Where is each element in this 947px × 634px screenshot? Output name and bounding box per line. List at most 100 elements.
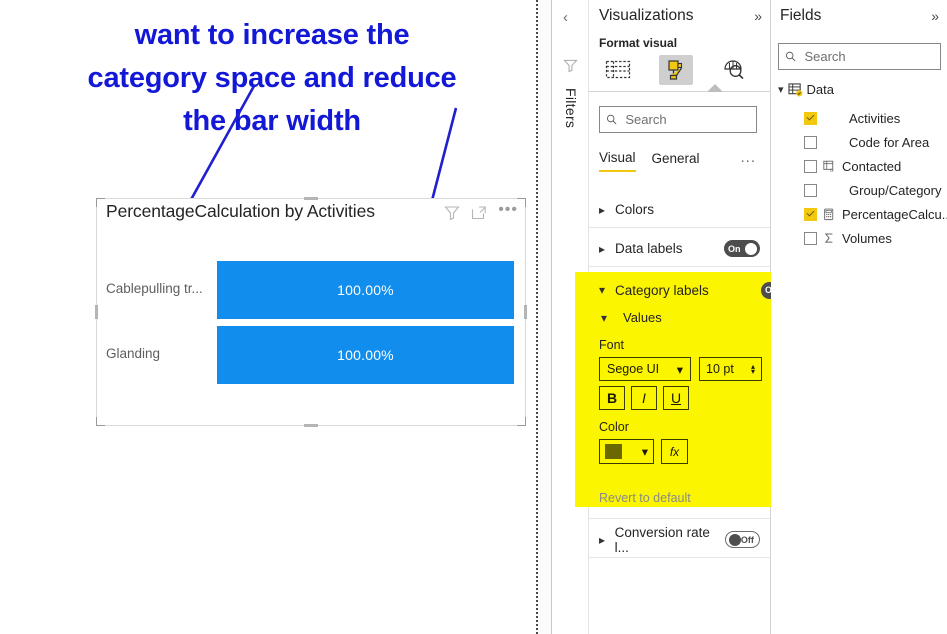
selection-handle-top-left[interactable] bbox=[96, 198, 105, 207]
tab-general[interactable]: General bbox=[652, 151, 700, 171]
chevron-double-right-icon[interactable]: » bbox=[931, 8, 939, 24]
toggle-knob bbox=[728, 533, 741, 546]
sigma-icon bbox=[824, 233, 833, 243]
chevron-down-icon: ▾ bbox=[641, 445, 648, 459]
field-checkbox[interactable] bbox=[804, 231, 817, 245]
selection-handle-left[interactable] bbox=[95, 305, 98, 319]
visualizations-header: Visualizations » bbox=[599, 7, 762, 25]
chevron-down-icon[interactable]: ▾ bbox=[778, 83, 784, 96]
format-tabs: Visual General ... bbox=[599, 149, 762, 172]
fields-title: Fields bbox=[780, 7, 822, 24]
build-visual-icon[interactable] bbox=[601, 55, 635, 85]
field-label: Contacted bbox=[842, 158, 902, 174]
selection-handle-right[interactable] bbox=[524, 305, 527, 319]
field-item-group-category[interactable]: Group/Category bbox=[804, 178, 943, 202]
search-icon bbox=[606, 114, 617, 125]
svg-text:fx: fx bbox=[830, 167, 834, 172]
filter-icon[interactable] bbox=[444, 205, 460, 221]
underline-button[interactable]: U bbox=[663, 386, 689, 410]
revert-to-default-button[interactable]: Revert to default bbox=[599, 491, 691, 505]
report-canvas[interactable]: want to increase the category space and … bbox=[0, 0, 538, 634]
fields-header: Fields » bbox=[780, 7, 939, 25]
selection-handle-bottom[interactable] bbox=[304, 424, 318, 427]
color-label: Color bbox=[599, 420, 629, 434]
divider bbox=[589, 266, 770, 267]
data-table-node[interactable]: ▾ Data bbox=[778, 82, 834, 97]
font-family-dropdown[interactable]: Segoe UI ▾ bbox=[599, 357, 691, 381]
section-data-labels[interactable]: ▸ Data labels On bbox=[589, 231, 770, 266]
chevron-double-right-icon[interactable]: » bbox=[754, 8, 762, 24]
measure-icon bbox=[824, 208, 834, 220]
tab-visual[interactable]: Visual bbox=[599, 150, 636, 172]
field-checkbox[interactable] bbox=[804, 111, 817, 125]
format-search-input[interactable] bbox=[623, 111, 750, 128]
field-checkbox[interactable] bbox=[804, 159, 817, 173]
fields-search-box[interactable] bbox=[778, 43, 941, 70]
more-options-icon[interactable]: ••• bbox=[498, 202, 518, 218]
section-conversion-rate[interactable]: ▸ Conversion rate l... Off bbox=[589, 522, 770, 557]
chevron-down-icon: ▾ bbox=[601, 310, 608, 325]
color-picker-dropdown[interactable]: ▾ bbox=[599, 439, 654, 464]
data-label: 100.00% bbox=[337, 347, 394, 363]
annotation-text: want to increase the category space and … bbox=[87, 19, 457, 137]
toggle-knob bbox=[745, 242, 757, 255]
visual-header-icons: ••• bbox=[444, 202, 518, 221]
stepper-arrows-icon[interactable]: ▴ ▾ bbox=[751, 363, 755, 376]
fields-search-input[interactable] bbox=[802, 48, 934, 65]
field-checkbox[interactable] bbox=[804, 183, 817, 197]
table-icon bbox=[787, 82, 802, 96]
field-item-code-for-area[interactable]: Code for Area bbox=[804, 130, 943, 154]
color-swatch bbox=[605, 444, 622, 459]
italic-button[interactable]: I bbox=[631, 386, 657, 410]
section-category-labels-label: Category labels bbox=[615, 282, 709, 298]
active-pane-caret bbox=[707, 84, 723, 92]
field-label: PercentageCalcu... bbox=[842, 206, 947, 222]
selection-handle-top[interactable] bbox=[304, 197, 318, 200]
bold-button[interactable]: B bbox=[599, 386, 625, 410]
section-data-labels-label: Data labels bbox=[615, 241, 683, 256]
format-visual-icon[interactable] bbox=[659, 55, 693, 85]
bar-chart-visual[interactable]: PercentageCalculation by Activities ••• … bbox=[95, 197, 527, 427]
data-labels-toggle[interactable]: On bbox=[724, 240, 760, 257]
field-item-percentagecalculation[interactable]: PercentageCalcu... bbox=[804, 202, 947, 226]
bar-segment[interactable]: 100.00% bbox=[217, 261, 514, 319]
format-search-box[interactable] bbox=[599, 106, 757, 133]
data-table-label: Data bbox=[806, 82, 834, 97]
field-label: Code for Area bbox=[849, 134, 930, 150]
field-item-activities[interactable]: Activities bbox=[804, 106, 943, 130]
category-label: Cablepulling tr... bbox=[106, 281, 203, 296]
focus-mode-icon[interactable] bbox=[471, 205, 487, 221]
field-item-contacted[interactable]: fx Contacted bbox=[804, 154, 943, 178]
selection-handle-bottom-left[interactable] bbox=[96, 417, 105, 426]
filter-icon[interactable] bbox=[563, 58, 578, 73]
tabs-overflow-icon[interactable]: ... bbox=[740, 149, 762, 166]
field-checkbox[interactable] bbox=[804, 135, 817, 149]
selection-handle-top-right[interactable] bbox=[517, 198, 526, 207]
analytics-icon[interactable] bbox=[717, 55, 751, 85]
field-checkbox[interactable] bbox=[804, 207, 817, 221]
section-colors[interactable]: ▸ Colors bbox=[589, 192, 770, 227]
canvas-pane-gap bbox=[538, 0, 551, 634]
section-category-labels[interactable]: ▾ Category labels On bbox=[599, 278, 797, 302]
selection-handle-bottom-right[interactable] bbox=[517, 417, 526, 426]
category-labels-values-card: ▾ Values Font Segoe UI ▾ 10 pt ▴ ▾ B I U… bbox=[585, 302, 767, 495]
bar-segment[interactable]: 100.00% bbox=[217, 326, 514, 384]
values-group-label: Values bbox=[623, 310, 662, 325]
data-label: 100.00% bbox=[337, 282, 394, 298]
conversion-rate-toggle[interactable]: Off bbox=[724, 531, 760, 548]
chevron-right-icon: ▸ bbox=[599, 202, 606, 217]
chevron-down-icon: ▾ bbox=[599, 283, 606, 297]
search-icon bbox=[786, 51, 796, 62]
divider bbox=[589, 518, 770, 519]
field-item-volumes[interactable]: Volumes bbox=[804, 226, 943, 250]
font-family-value: Segoe UI bbox=[607, 362, 660, 376]
chevron-left-icon[interactable]: ‹ bbox=[563, 10, 568, 25]
category-label: Glanding bbox=[106, 346, 161, 361]
chevron-right-icon: ▸ bbox=[599, 241, 606, 256]
values-group-header[interactable]: ▾ Values bbox=[601, 310, 662, 325]
chart-plot-area: Cablepulling tr... 100.00% Glanding 100.… bbox=[97, 237, 527, 423]
font-size-stepper[interactable]: 10 pt ▴ ▾ bbox=[699, 357, 762, 381]
toggle-state-label: On bbox=[728, 243, 741, 254]
visualizations-title: Visualizations bbox=[599, 7, 694, 24]
conditional-formatting-fx-button[interactable]: fx bbox=[661, 439, 688, 464]
